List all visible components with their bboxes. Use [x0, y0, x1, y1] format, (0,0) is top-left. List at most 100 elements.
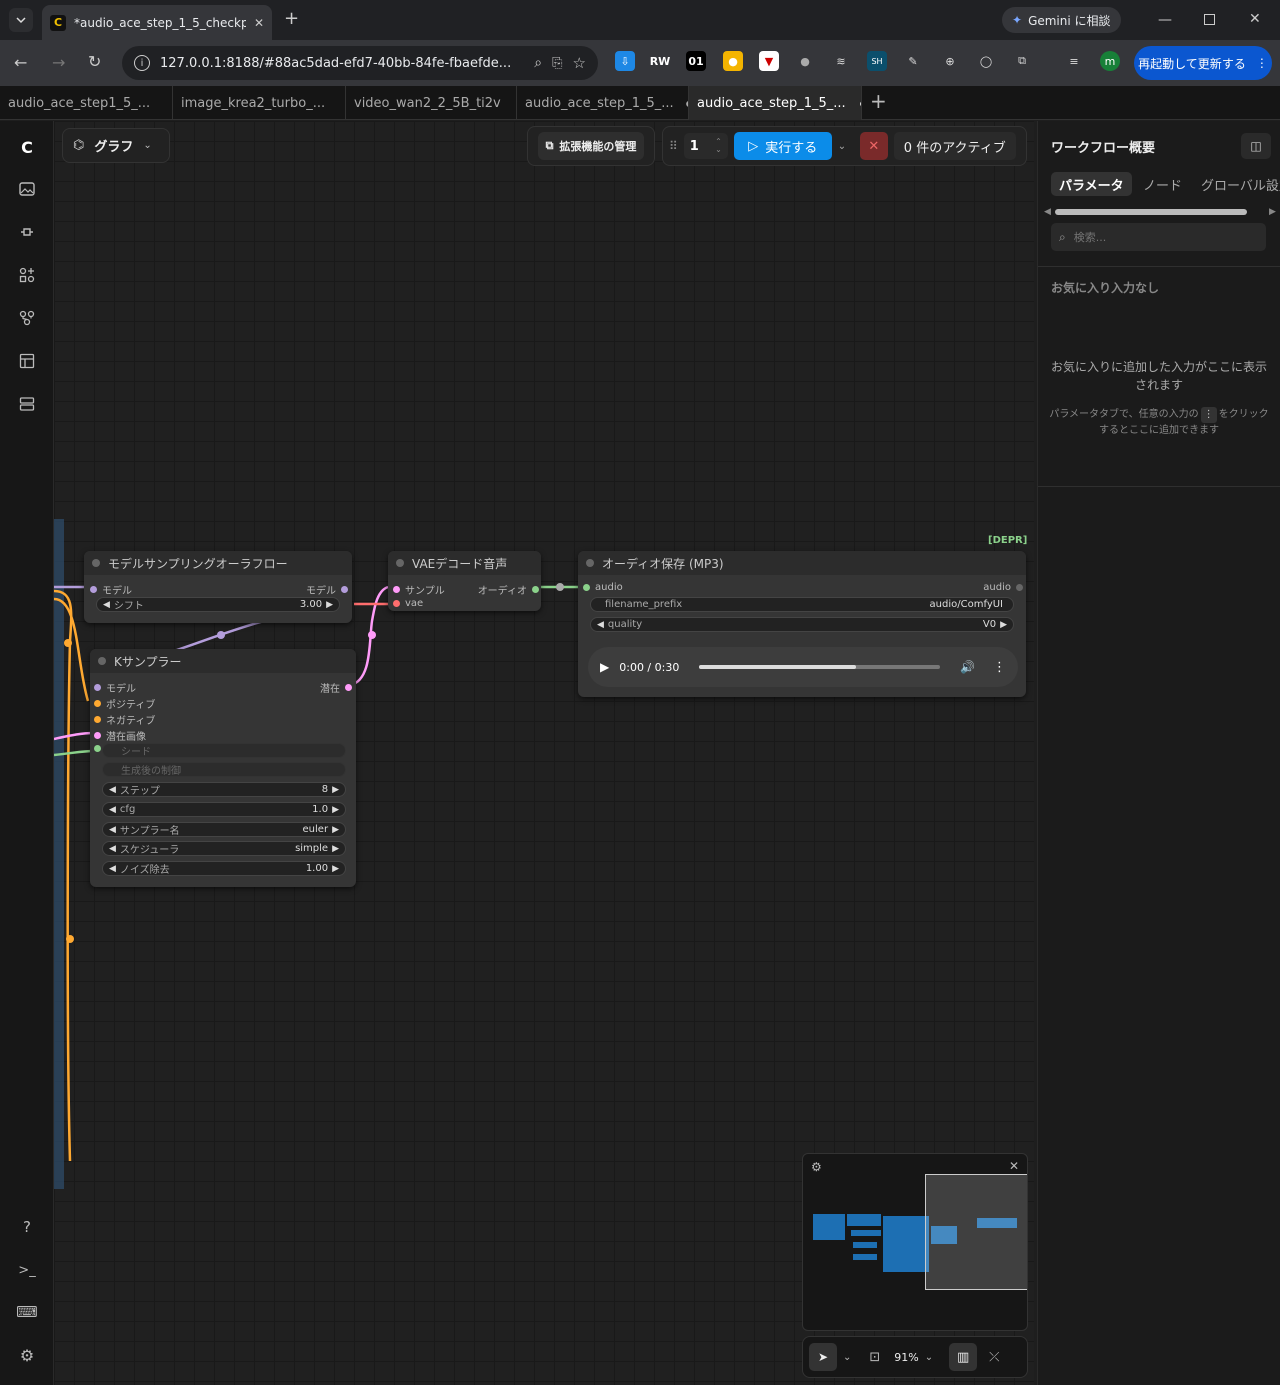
minimap-settings-icon[interactable]: ⚙ [811, 1160, 822, 1174]
search-field[interactable] [1073, 230, 1244, 244]
chat-extension-icon[interactable]: ◯ [976, 51, 996, 71]
widget-cfg[interactable]: ◀ cfg 1.0 ▶ [102, 802, 346, 817]
bookmark-star-icon[interactable]: ☆ [573, 54, 586, 72]
input-slot-vae[interactable]: vae [393, 598, 423, 609]
output-slot-latent[interactable]: 潜在 [320, 680, 352, 695]
workflow-tab[interactable]: audio_ace_step1_5_... [0, 86, 173, 120]
minimap-viewport[interactable] [925, 1174, 1027, 1290]
zoom-level-button[interactable]: 91% ⌄ [894, 1351, 933, 1364]
volume-icon[interactable]: 🔊 [960, 660, 975, 674]
close-tab-icon[interactable]: ✕ [254, 16, 264, 30]
active-queue-button[interactable]: 0 件のアクティブ [893, 132, 1016, 160]
relaunch-update-button[interactable]: 再起動して更新する ⋮ [1134, 46, 1272, 80]
tabs-scrollbar[interactable] [1055, 209, 1247, 215]
input-slot-positive[interactable]: ポジティブ [94, 696, 155, 711]
widget-scheduler[interactable]: ◀ スケジューラ simple ▶ [102, 841, 346, 856]
download-extension-icon[interactable]: ⇩ [615, 51, 635, 71]
workflow-tab[interactable]: image_krea2_turbo_... [173, 86, 346, 120]
manage-extensions-button[interactable]: ⧉ 拡張機能の管理 [537, 132, 645, 160]
site-info-icon[interactable]: i [134, 55, 150, 71]
settings-gear-icon[interactable]: ⚙ [14, 1342, 40, 1368]
minimize-icon[interactable]: — [1158, 12, 1172, 28]
model-library-icon[interactable] [14, 219, 40, 245]
minimap-toggle-icon[interactable]: ▥ [949, 1343, 978, 1371]
browser-tab[interactable]: C *audio_ace_step_1_5_checkpoint ✕ [42, 5, 272, 40]
minimap[interactable]: ⚙ ✕ [802, 1153, 1028, 1331]
workflows-icon[interactable] [14, 305, 40, 331]
new-workflow-icon[interactable]: + [870, 91, 887, 111]
stepper-icon[interactable]: ⌃ ⌄ [715, 138, 722, 154]
fit-view-icon[interactable]: ⊡ [869, 1350, 880, 1365]
url-text[interactable]: 127.0.0.1:8188/#88ac5dad-efd7-40bb-84fe-… [160, 56, 524, 71]
workflow-tab-active[interactable]: audio_ace_step_1_5_...● [689, 86, 862, 120]
pocket-extension-icon[interactable]: ▼ [759, 51, 779, 71]
drag-handle-icon[interactable]: ⠿ [669, 139, 678, 153]
queue-panel-icon[interactable] [14, 391, 40, 417]
node-header[interactable]: Kサンプラー [90, 649, 356, 673]
comfy-logo-icon[interactable]: C [14, 134, 40, 160]
widget-denoise[interactable]: ◀ ノイズ除去 1.00 ▶ [102, 861, 346, 876]
node-vae-decode-audio[interactable]: VAEデコード音声 サンプル vae オーディオ [388, 551, 541, 611]
output-slot-audio[interactable]: オーディオ [478, 582, 539, 597]
scroll-right-icon[interactable]: ▶ [1269, 207, 1276, 217]
zoom-icon[interactable]: ⌕ [534, 55, 542, 71]
tab-nodes[interactable]: ノード [1143, 175, 1182, 194]
workflow-tab[interactable]: video_wan2_2_5B_ti2v [346, 86, 517, 120]
close-window-icon[interactable]: ✕ [1249, 11, 1261, 27]
search-input[interactable]: ⌕ [1051, 223, 1266, 251]
new-tab-icon[interactable]: + [284, 10, 299, 28]
forward-icon[interactable]: → [52, 53, 65, 72]
widget-steps[interactable]: ◀ ステップ 8 ▶ [102, 782, 346, 797]
more-vert-icon[interactable]: ⋮ [993, 660, 1006, 675]
widget-seed[interactable]: シード [102, 743, 346, 758]
node-ksampler[interactable]: Kサンプラー モデル ポジティブ ネガティブ 潜在画像 潜在 シード 生成後の制… [90, 649, 356, 887]
node-header[interactable]: オーディオ保存 (MP3) [578, 551, 1026, 575]
templates-icon[interactable] [14, 348, 40, 374]
node-model-sampling-auraflow[interactable]: モデルサンプリングオーラフロー モデル モデル ◀ シフト 3.00 ▶ [84, 551, 352, 623]
output-slot-audio[interactable]: audio [983, 582, 1023, 593]
link-visibility-icon[interactable]: ⤫ [989, 1350, 999, 1365]
select-tool-icon[interactable]: ➤ [809, 1343, 837, 1371]
widget-filename-prefix[interactable]: filename_prefix audio/ComfyUI [590, 597, 1014, 612]
rw-extension-icon[interactable]: RW [650, 51, 671, 71]
widget-sampler-name[interactable]: ◀ サンプラー名 euler ▶ [102, 822, 346, 837]
keyboard-shortcuts-icon[interactable]: ⌨ [14, 1299, 40, 1325]
widget-control-after-generate[interactable]: 生成後の制御 [102, 762, 346, 777]
back-icon[interactable]: ← [14, 53, 27, 72]
tool-chevron-icon[interactable]: ⌄ [843, 1352, 851, 1363]
address-bar[interactable]: i 127.0.0.1:8188/#88ac5dad-efd7-40bb-84f… [122, 46, 598, 80]
input-slot-audio[interactable]: audio [583, 582, 623, 593]
gemini-button[interactable]: ✦ Gemini に相談 [1002, 7, 1121, 33]
puzzle-extensions-icon[interactable]: ⧉ [1012, 51, 1032, 71]
audio-player[interactable]: ▶ 0:00 / 0:30 🔊 ⋮ [588, 647, 1018, 687]
keep-extension-icon[interactable]: ● [723, 51, 743, 71]
pen-extension-icon[interactable]: ✎ [903, 51, 923, 71]
tab-parameters[interactable]: パラメータ [1051, 172, 1132, 196]
help-icon[interactable]: ? [14, 1214, 40, 1240]
node-save-audio-mp3[interactable]: オーディオ保存 (MP3) audio audio filename_prefi… [578, 551, 1026, 697]
widget-shift[interactable]: ◀ シフト 3.00 ▶ [96, 597, 340, 612]
play-icon[interactable]: ▶ [600, 660, 609, 674]
node-library-icon[interactable] [14, 262, 40, 288]
audio-progress[interactable] [699, 665, 941, 669]
node-header[interactable]: モデルサンプリングオーラフロー [84, 551, 352, 575]
toggle-panel-icon[interactable]: ◫ [1241, 133, 1271, 159]
widget-quality[interactable]: ◀ quality V0 ▶ [590, 617, 1014, 632]
input-slot-negative[interactable]: ネガティブ [94, 712, 155, 727]
tab-global-settings[interactable]: グローバル設定 [1201, 175, 1280, 194]
scroll-left-icon[interactable]: ◀ [1044, 207, 1051, 217]
close-minimap-icon[interactable]: ✕ [1009, 1159, 1019, 1173]
input-slot-model[interactable]: モデル [90, 582, 132, 597]
terminal-icon[interactable]: >_ [14, 1257, 40, 1283]
gray-circle-extension-icon[interactable]: ● [795, 51, 815, 71]
tab-search-icon[interactable] [9, 8, 33, 32]
01-extension-icon[interactable]: 01 [686, 51, 706, 71]
database-extension-icon[interactable]: ≋ [831, 51, 851, 71]
install-app-icon[interactable]: ⎘ [552, 56, 562, 71]
interrupt-button[interactable]: ✕ [859, 132, 888, 160]
run-button[interactable]: ▷ 実行する [733, 132, 832, 160]
node-header[interactable]: VAEデコード音声 [388, 551, 541, 575]
run-options-chevron-icon[interactable]: ⌄ [838, 141, 854, 152]
input-slot-samples[interactable]: サンプル [393, 582, 445, 597]
reload-icon[interactable]: ↻ [88, 52, 101, 71]
